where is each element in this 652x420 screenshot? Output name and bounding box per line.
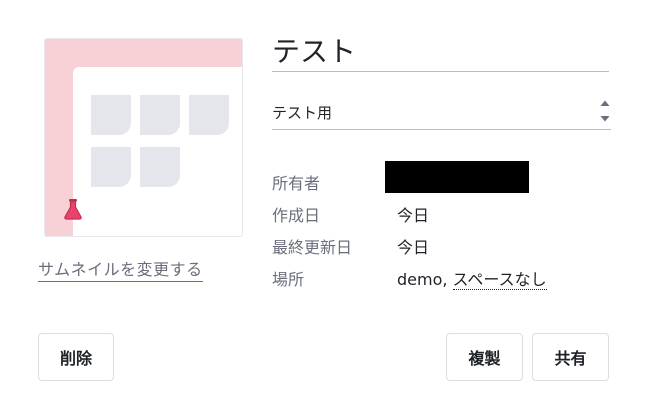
created-value: 今日 (397, 206, 430, 225)
select-arrows-icon (600, 100, 610, 122)
thumbnail-tile (189, 95, 229, 135)
owner-label: 所有者 (272, 174, 321, 193)
thumbnail-tile (91, 147, 131, 187)
owner-value-redacted (385, 161, 529, 193)
thumbnail-tile (91, 95, 131, 135)
category-select[interactable]: テスト用 (272, 94, 611, 130)
category-select-value: テスト用 (272, 104, 333, 122)
delete-button[interactable]: 削除 (38, 333, 114, 381)
location-label: 場所 (272, 270, 305, 289)
change-thumbnail-link[interactable]: サムネイルを変更する (38, 256, 203, 282)
location-prefix: demo, (397, 270, 453, 289)
location-value: demo, スペースなし (397, 266, 547, 290)
flask-icon (64, 199, 82, 220)
thumbnail-tile (140, 147, 180, 187)
updated-value: 今日 (397, 238, 430, 257)
location-link[interactable]: スペースなし (452, 270, 547, 290)
created-label: 作成日 (272, 206, 321, 225)
duplicate-button[interactable]: 複製 (446, 333, 523, 381)
updated-label: 最終更新日 (272, 238, 353, 257)
thumbnail (44, 38, 243, 237)
share-button[interactable]: 共有 (532, 333, 609, 381)
title-input[interactable] (272, 28, 609, 72)
thumbnail-card (73, 67, 242, 236)
thumbnail-tile (140, 95, 180, 135)
